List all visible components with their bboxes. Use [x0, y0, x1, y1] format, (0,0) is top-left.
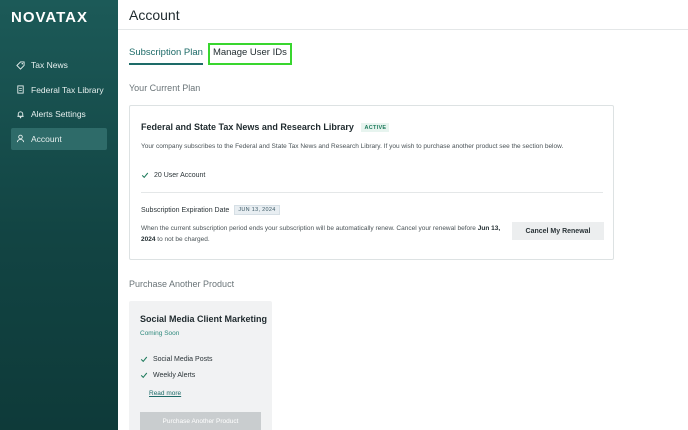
sidebar-nav: Tax News Federal Tax Library Alerts Sett…	[0, 54, 118, 152]
user-icon	[15, 134, 25, 144]
check-icon	[140, 371, 148, 379]
sidebar-item-label: Federal Tax Library	[31, 84, 104, 95]
current-plan-card: Federal and State Tax News and Research …	[129, 105, 614, 260]
sidebar-item-label: Alerts Settings	[31, 109, 86, 119]
product-card: Social Media Client Marketing Coming Soo…	[129, 301, 272, 430]
sidebar-item-alerts-settings[interactable]: Alerts Settings	[11, 103, 107, 125]
tab-subscription-plan[interactable]: Subscription Plan	[129, 43, 203, 65]
novatax-logo[interactable]: NOVATAX	[11, 9, 88, 26]
plan-description: Your company subscribes to the Federal a…	[141, 143, 564, 150]
page-title: Account	[129, 7, 180, 23]
renewal-text: When the current subscription period end…	[141, 223, 501, 245]
sidebar-item-account[interactable]: Account	[11, 127, 107, 150]
card-divider	[141, 192, 603, 193]
tag-icon	[15, 60, 25, 70]
sidebar-item-label: Tax News	[31, 60, 68, 70]
status-badge: ACTIVE	[361, 123, 390, 133]
document-icon	[15, 85, 25, 95]
product-title: Social Media Client Marketing	[140, 314, 268, 324]
check-icon	[140, 355, 148, 363]
expiration-row: Subscription Expiration Date JUN 13, 202…	[141, 205, 280, 215]
top-bar: Account	[118, 0, 688, 30]
product-status: Coming Soon	[140, 330, 180, 337]
read-more-link[interactable]: Read more	[149, 390, 181, 397]
purchase-another-product-button[interactable]: Purchase Another Product	[140, 412, 261, 430]
product-feature: Weekly Alerts	[140, 371, 195, 379]
plan-title: Federal and State Tax News and Research …	[141, 122, 390, 133]
sidebar-item-tax-news[interactable]: Tax News	[11, 54, 107, 76]
renewal-text-after: to not be charged.	[155, 236, 210, 243]
account-tabs: Subscription Plan Manage User IDs	[129, 43, 297, 65]
sidebar-item-label: Account	[31, 133, 62, 144]
tab-manage-user-ids[interactable]: Manage User IDs	[207, 43, 292, 65]
main-content: Account Subscription Plan Manage User ID…	[118, 0, 688, 430]
renewal-text-before: When the current subscription period end…	[141, 225, 478, 232]
expiration-label: Subscription Expiration Date	[141, 206, 230, 214]
product-feature-text: Social Media Posts	[153, 355, 213, 363]
bell-icon	[15, 109, 25, 119]
expiration-date-badge: JUN 13, 2024	[234, 205, 280, 215]
purchase-heading: Purchase Another Product	[129, 279, 235, 289]
cancel-renewal-button[interactable]: Cancel My Renewal	[512, 222, 604, 240]
plan-feature-text: 20 User Account	[154, 171, 206, 179]
plan-feature: 20 User Account	[141, 171, 205, 179]
sidebar: NOVATAX Tax News Federal Tax Library Ale…	[0, 0, 118, 430]
plan-title-text: Federal and State Tax News and Research …	[141, 122, 354, 132]
product-feature: Social Media Posts	[140, 355, 213, 363]
product-feature-text: Weekly Alerts	[153, 371, 196, 379]
current-plan-heading: Your Current Plan	[129, 83, 201, 93]
sidebar-item-federal-tax-library[interactable]: Federal Tax Library	[11, 79, 107, 101]
check-icon	[141, 171, 149, 179]
